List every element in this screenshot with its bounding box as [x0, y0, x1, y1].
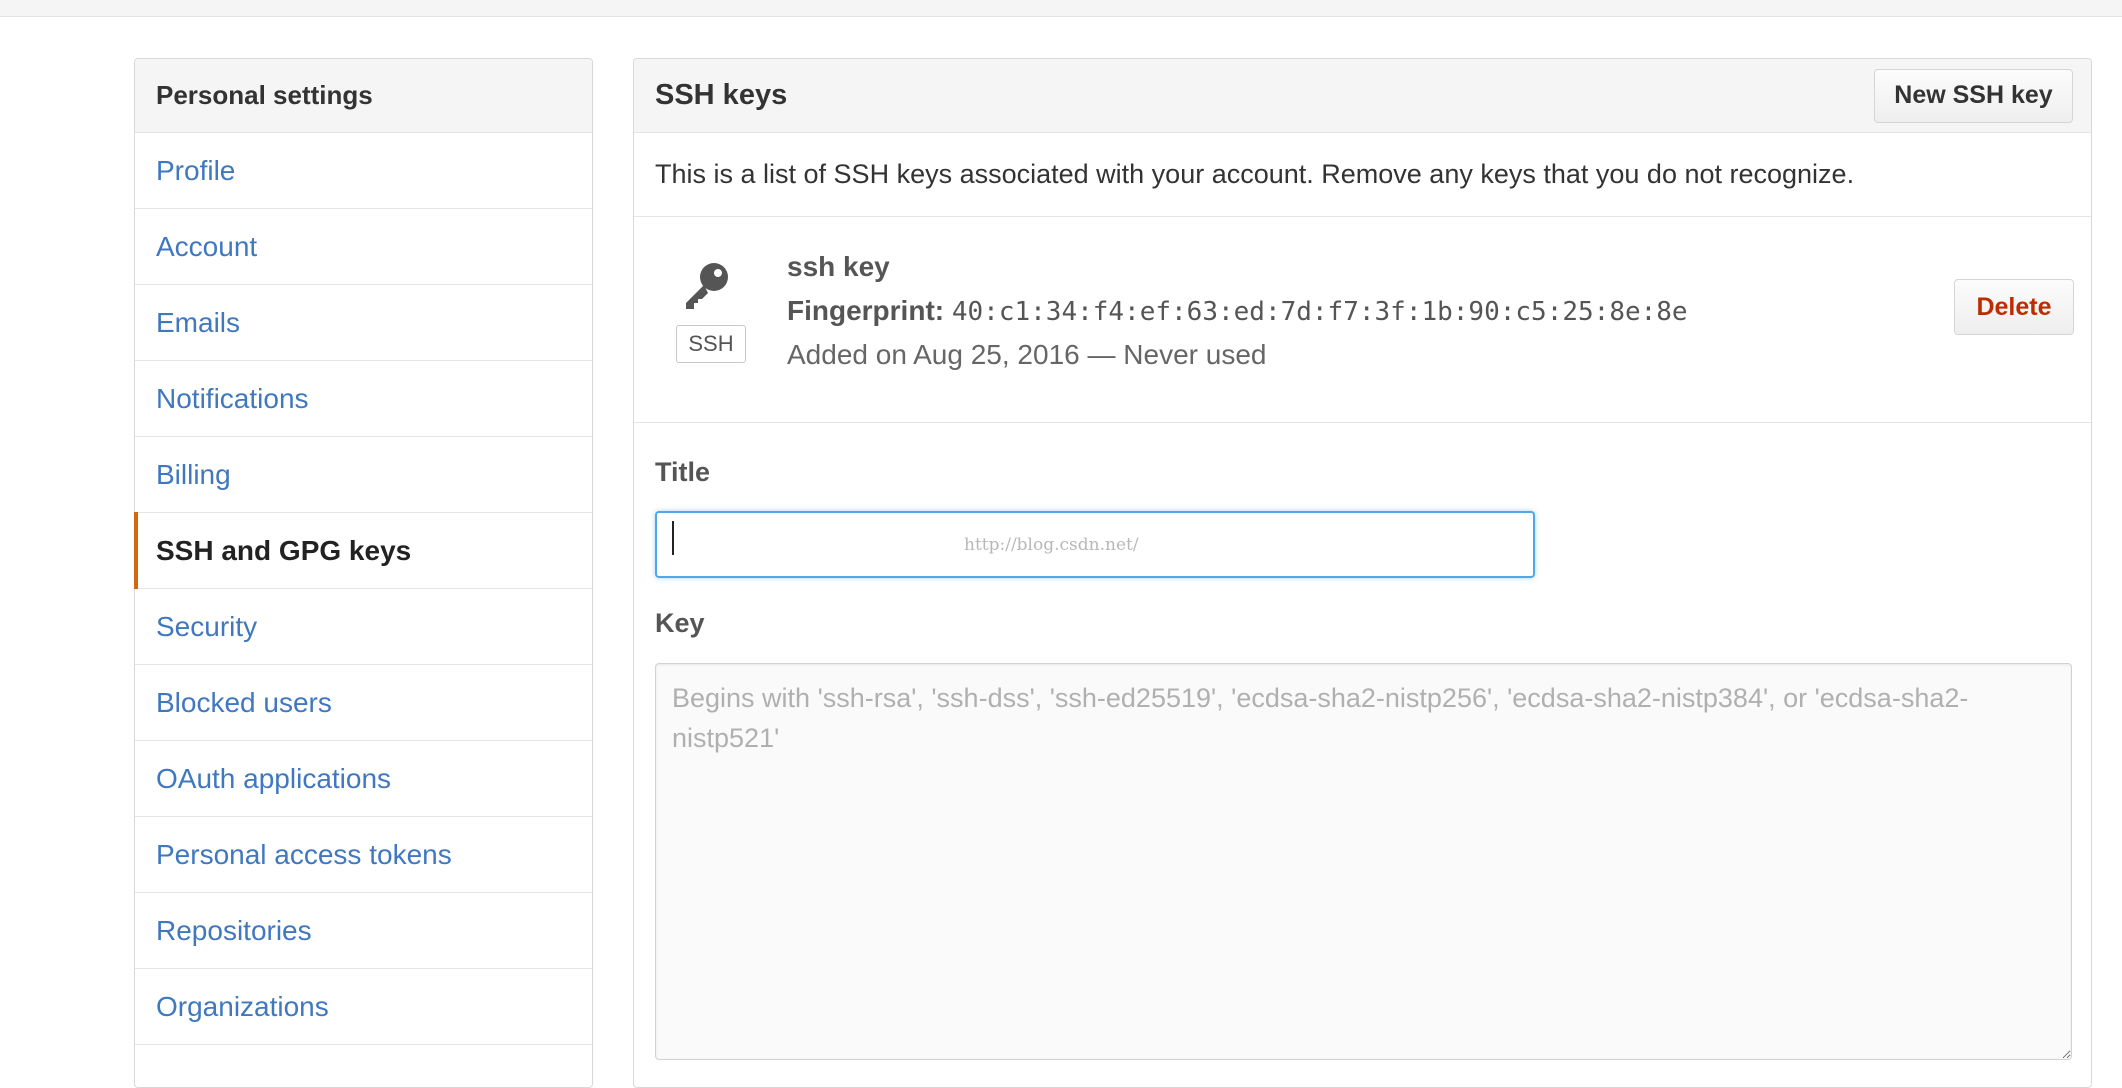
sidebar-item-notifications[interactable]: Notifications: [135, 361, 592, 437]
new-ssh-key-button[interactable]: New SSH key: [1874, 68, 2073, 123]
ssh-key-row: SSH ssh key Fingerprint: 40:c1:34:f4:ef:…: [634, 217, 2091, 423]
ssh-keys-panel: SSH keys New SSH key This is a list of S…: [633, 58, 2092, 1088]
sidebar-item-billing[interactable]: Billing: [135, 437, 592, 513]
sidebar-item-organizations[interactable]: Organizations: [135, 969, 592, 1045]
text-caret: [672, 521, 674, 555]
title-label: Title: [655, 457, 711, 487]
sidebar-item-profile[interactable]: Profile: [135, 133, 592, 209]
key-label: Key: [655, 608, 705, 638]
settings-sidebar: Personal settings Profile Account Emails…: [134, 58, 593, 1088]
panel-title: SSH keys: [655, 79, 788, 111]
key-added-info: Added on Aug 25, 2016 — Never used: [787, 339, 1267, 370]
key-fingerprint: Fingerprint: 40:c1:34:f4:ef:63:ed:7d:f7:…: [787, 295, 1688, 327]
ssh-badge: SSH: [676, 325, 746, 363]
delete-key-button[interactable]: Delete: [1954, 279, 2074, 335]
key-textarea[interactable]: [655, 663, 2072, 1060]
sidebar-item-ssh-gpg-keys[interactable]: SSH and GPG keys: [134, 512, 592, 589]
fingerprint-label: Fingerprint:: [787, 295, 945, 326]
key-icon: [686, 263, 728, 309]
key-name: ssh key: [787, 251, 890, 282]
sidebar-item-repositories[interactable]: Repositories: [135, 893, 592, 969]
sidebar-item-oauth-applications[interactable]: OAuth applications: [135, 741, 592, 817]
sidebar-header: Personal settings: [135, 59, 592, 133]
sidebar-item-security[interactable]: Security: [135, 589, 592, 665]
panel-description: This is a list of SSH keys associated wi…: [634, 133, 2091, 217]
top-bar: [0, 0, 2122, 17]
sidebar-item-emails[interactable]: Emails: [135, 285, 592, 361]
sidebar-item-blocked-users[interactable]: Blocked users: [135, 665, 592, 741]
panel-header: SSH keys New SSH key: [634, 59, 2091, 133]
watermark: http://blog.csdn.net/: [964, 535, 1139, 555]
sidebar-item-personal-access-tokens[interactable]: Personal access tokens: [135, 817, 592, 893]
fingerprint-value: 40:c1:34:f4:ef:63:ed:7d:f7:3f:1b:90:c5:2…: [951, 297, 1688, 327]
sidebar-item-account[interactable]: Account: [135, 209, 592, 285]
